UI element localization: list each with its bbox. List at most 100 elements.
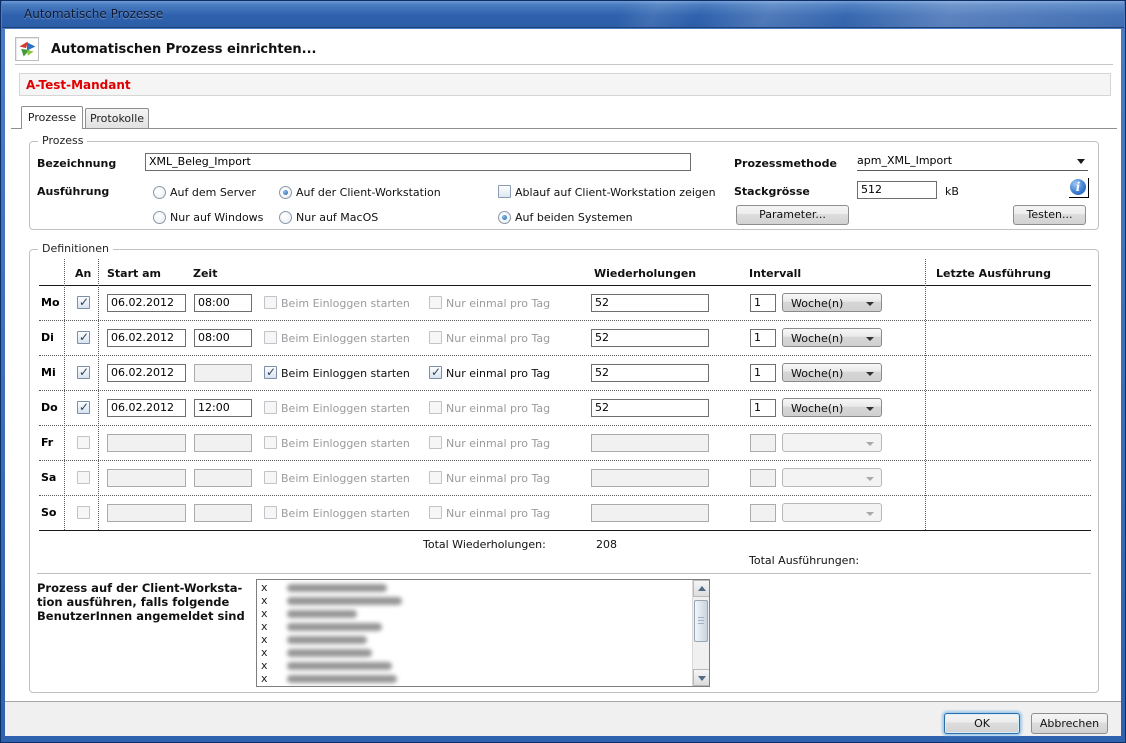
an-checkbox[interactable] [77,506,90,519]
radio-client-workstation[interactable] [279,186,292,199]
tab-prozesse[interactable]: Prozesse [21,106,83,129]
intervall-einheit-select[interactable]: Woche(n) [782,293,882,312]
scroll-down-icon[interactable] [693,669,710,686]
parameter-button[interactable]: Parameter... [736,205,849,225]
benutzer-list-item[interactable]: x [261,607,691,620]
benutzer-listbox[interactable]: x x x x x x x x [256,579,710,687]
nur-einmal-checkbox[interactable] [429,331,442,344]
nur-einmal-checkbox[interactable] [429,471,442,484]
nur-einmal-label: Nur einmal pro Tag [446,437,550,450]
intervall-einheit-select[interactable]: Woche(n) [782,363,882,382]
an-checkbox[interactable] [77,401,90,414]
beim-einloggen-checkbox[interactable] [264,331,277,344]
intervall-einheit-select[interactable]: Woche(n) [782,328,882,347]
bezeichnung-input[interactable]: XML_Beleg_Import [145,153,691,171]
benutzer-list-item[interactable]: x [261,594,691,607]
start-date-input[interactable]: 06.02.2012 [107,294,186,312]
radio-auf-dem-server[interactable] [153,186,166,199]
zeit-input[interactable] [194,364,252,382]
wiederholungen-input[interactable]: 52 [591,364,709,382]
table-bottom-line [39,530,1091,531]
intervall-einheit-select[interactable] [782,468,882,487]
zeit-input[interactable] [194,469,252,487]
an-checkbox[interactable] [77,296,90,309]
zeit-input[interactable]: 12:00 [194,399,252,417]
beim-einloggen-checkbox[interactable] [264,436,277,449]
window-titlebar[interactable]: Automatische Prozesse [2,1,1124,28]
definition-row: Fr Beim Einloggen starten Nur einmal pro… [1,426,1126,461]
nur-einmal-checkbox[interactable] [429,506,442,519]
beim-einloggen-checkbox[interactable] [264,506,277,519]
wiederholungen-input[interactable] [591,434,709,452]
beim-einloggen-checkbox[interactable] [264,296,277,309]
stackgroesse-input[interactable]: 512 [857,181,937,199]
beim-einloggen-checkbox[interactable] [264,401,277,414]
benutzer-list-item[interactable]: x [261,646,691,659]
wiederholungen-input[interactable]: 52 [591,294,709,312]
ok-button[interactable]: OK [944,713,1020,734]
radio-nur-windows-label: Nur auf Windows [170,211,263,224]
col-letzte-ausfuehrung: Letzte Ausführung [936,267,1051,280]
benutzer-list-item[interactable]: x [261,672,691,685]
intervall-einheit-select[interactable] [782,433,882,452]
nur-einmal-label: Nur einmal pro Tag [446,332,550,345]
intervall-input[interactable]: 1 [750,294,776,312]
radio-nur-windows[interactable] [153,211,166,224]
scrollbar-thumb[interactable] [694,600,708,642]
start-date-input[interactable]: 06.02.2012 [107,364,186,382]
tab-protokolle[interactable]: Protokolle [85,108,149,128]
wiederholungen-input[interactable] [591,504,709,522]
benutzer-list-item[interactable]: x [261,620,691,633]
total-wiederholungen-label: Total Wiederholungen: [423,538,546,551]
start-date-input[interactable] [107,469,186,487]
intervall-input[interactable] [750,434,776,452]
scroll-up-icon[interactable] [693,580,710,597]
total-ausfuehrungen-label: Total Ausführungen: [749,554,859,567]
benutzer-list-item[interactable]: x [261,581,691,594]
info-icon[interactable]: i [1069,178,1089,198]
zeit-input[interactable] [194,504,252,522]
testen-button[interactable]: Testen... [1013,205,1086,225]
radio-nur-macos[interactable] [279,211,292,224]
radio-beide-systeme[interactable] [498,211,511,224]
intervall-input[interactable] [750,469,776,487]
redacted-name [287,597,402,605]
prozessmethode-dropdown[interactable]: apm_XML_Import [857,152,1088,171]
nur-einmal-label: Nur einmal pro Tag [446,472,550,485]
wiederholungen-input[interactable] [591,469,709,487]
intervall-input[interactable] [750,504,776,522]
nur-einmal-checkbox[interactable] [429,436,442,449]
intervall-einheit-select[interactable]: Woche(n) [782,398,882,417]
beim-einloggen-checkbox[interactable] [264,366,277,379]
an-checkbox[interactable] [77,331,90,344]
beim-einloggen-checkbox[interactable] [264,471,277,484]
start-date-input[interactable]: 06.02.2012 [107,399,186,417]
nur-einmal-checkbox[interactable] [429,401,442,414]
ablauf-zeigen-checkbox[interactable] [498,185,511,198]
intervall-einheit-select[interactable] [782,503,882,522]
vertical-scrollbar[interactable] [692,580,709,686]
start-date-input[interactable] [107,434,186,452]
nur-einmal-checkbox[interactable] [429,296,442,309]
definitionen-group-label: Definitionen [38,242,113,255]
start-date-input[interactable]: 06.02.2012 [107,329,186,347]
intervall-input[interactable]: 1 [750,329,776,347]
wiederholungen-input[interactable]: 52 [591,399,709,417]
day-label: So [41,506,56,519]
cancel-button[interactable]: Abbrechen [1031,713,1108,734]
benutzer-list-item[interactable]: x [261,659,691,672]
an-checkbox[interactable] [77,366,90,379]
col-intervall: Intervall [749,267,801,280]
nur-einmal-checkbox[interactable] [429,366,442,379]
an-checkbox[interactable] [77,436,90,449]
wiederholungen-input[interactable]: 52 [591,329,709,347]
zeit-input[interactable]: 08:00 [194,294,252,312]
benutzer-list-item[interactable]: x [261,633,691,646]
row-separator [39,390,1091,391]
intervall-input[interactable]: 1 [750,399,776,417]
zeit-input[interactable] [194,434,252,452]
zeit-input[interactable]: 08:00 [194,329,252,347]
intervall-input[interactable]: 1 [750,364,776,382]
start-date-input[interactable] [107,504,186,522]
an-checkbox[interactable] [77,471,90,484]
